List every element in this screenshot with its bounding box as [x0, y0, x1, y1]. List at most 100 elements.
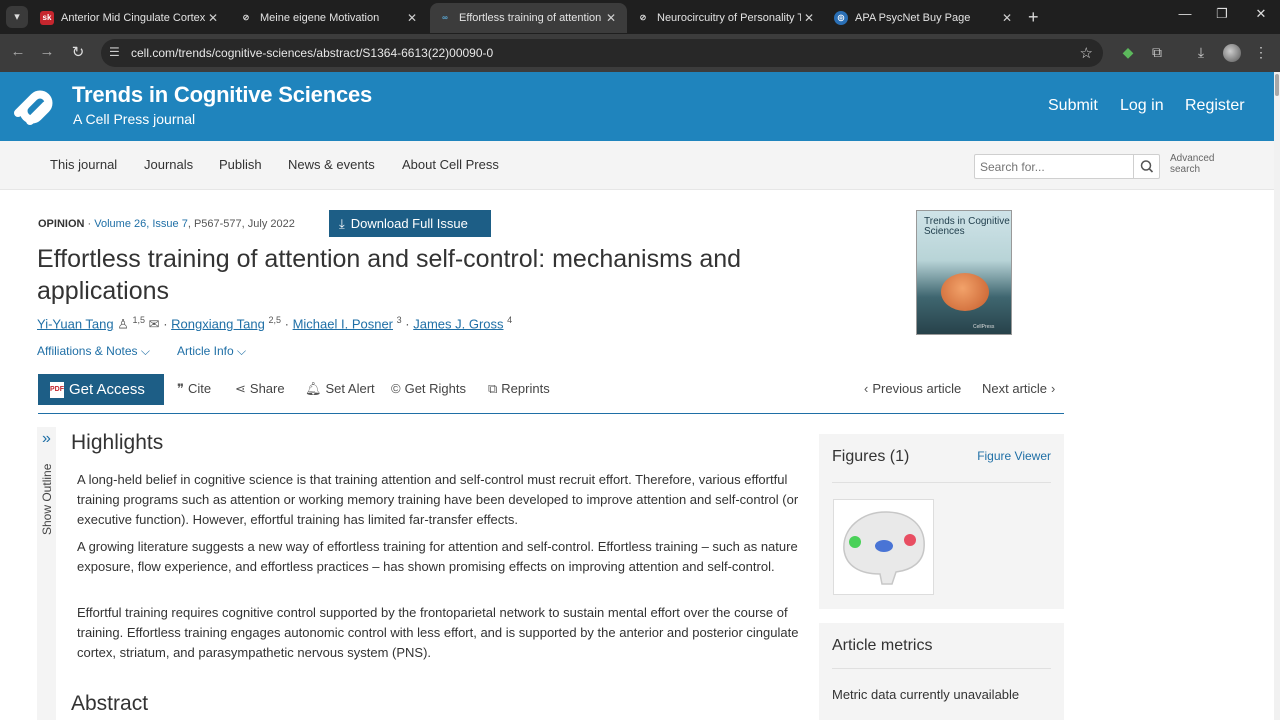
subnav-publish[interactable]: Publish	[219, 157, 262, 172]
tab-title: Anterior Mid Cingulate Cortex	[61, 12, 205, 24]
close-tab-icon[interactable]: ✕	[404, 11, 420, 25]
show-outline-label[interactable]: Show Outline	[40, 464, 54, 535]
subnav-journals[interactable]: Journals	[144, 157, 193, 172]
extension-leaf-icon[interactable]: ◆	[1119, 44, 1137, 61]
journal-title[interactable]: Trends in Cognitive Sciences	[72, 82, 372, 108]
download-full-issue-button[interactable]: ⤓ Download Full Issue	[329, 210, 491, 237]
tab-search-menu-icon[interactable]: ▾	[6, 6, 28, 28]
brain-figure-icon	[843, 511, 925, 585]
address-bar[interactable]: ☰ cell.com/trends/cognitive-sciences/abs…	[101, 39, 1103, 67]
tab-meine-eigene-motivation[interactable]: ⊘ Meine eigene Motivation ✕	[231, 3, 428, 33]
share-label: Share	[249, 381, 285, 396]
author-link[interactable]: Michael I. Posner	[293, 316, 393, 331]
chevron-down-icon: ⌵	[140, 344, 150, 358]
forward-icon[interactable]: →	[37, 43, 57, 60]
cite-button[interactable]: ❞ Cite	[177, 381, 211, 397]
search-button[interactable]	[1133, 155, 1159, 178]
new-tab-plus-icon[interactable]: +	[1028, 7, 1039, 27]
double-chevron-right-icon[interactable]: »	[37, 430, 56, 448]
search-icon	[1140, 160, 1154, 173]
article-type: OPINION	[38, 218, 85, 230]
bell-icon: 🔔︎	[305, 381, 322, 396]
get-access-button[interactable]: PDF Get Access	[38, 374, 164, 405]
tab-apa-psycnet[interactable]: ◎ APA PsycNet Buy Page ✕	[826, 3, 1023, 33]
search-field[interactable]	[974, 154, 1160, 179]
close-tab-icon[interactable]: ✕	[999, 11, 1015, 25]
sk-favicon-icon: sk	[40, 11, 54, 25]
journal-subnav: This journal Journals Publish News & eve…	[0, 141, 1274, 190]
scrollbar-track[interactable]	[1274, 72, 1280, 720]
get-rights-button[interactable]: © Get Rights	[391, 381, 466, 396]
chevron-left-icon: ‹	[864, 381, 869, 396]
journal-subtitle: A Cell Press journal	[73, 111, 196, 127]
apa-favicon-icon: ◎	[834, 11, 848, 25]
metrics-text: Metric data currently unavailable	[832, 687, 1020, 702]
action-bar-divider	[38, 413, 1064, 414]
affiliations-toggle[interactable]: Affiliations & Notes ⌵	[37, 344, 150, 359]
next-article-link[interactable]: Next article ›	[982, 381, 1059, 396]
window-close-icon[interactable]: ✕	[1251, 6, 1271, 22]
download-icon: ⤓	[339, 215, 345, 231]
next-label: Next article	[982, 381, 1048, 396]
login-link[interactable]: Log in	[1120, 97, 1164, 115]
reprints-button[interactable]: ⧉ Reprints	[488, 381, 550, 397]
panel-divider	[832, 482, 1051, 483]
subnav-about-cell-press[interactable]: About Cell Press	[402, 157, 499, 172]
close-tab-icon[interactable]: ✕	[603, 11, 619, 25]
tab-anterior-mid-cingulate[interactable]: sk Anterior Mid Cingulate Cortex ✕	[32, 3, 229, 33]
get-access-label: Get Access	[69, 381, 145, 398]
figure-thumbnail[interactable]	[833, 499, 934, 595]
search-input[interactable]	[980, 160, 1130, 174]
download-label: Download Full Issue	[350, 216, 468, 231]
url-text[interactable]: cell.com/trends/cognitive-sciences/abstr…	[131, 46, 493, 60]
set-alert-label: Set Alert	[325, 381, 375, 396]
tab-neurocircuitry[interactable]: ⊘ Neurocircuitry of Personality T ✕	[628, 3, 825, 33]
article-title: Effortless training of attention and sel…	[37, 245, 742, 305]
site-info-icon[interactable]: ☰	[109, 45, 120, 59]
back-icon[interactable]: ←	[8, 43, 28, 60]
subnav-this-journal[interactable]: This journal	[50, 157, 117, 172]
share-button[interactable]: ⋖ Share	[235, 381, 285, 397]
author-affil: 1,5	[132, 315, 146, 325]
cellpress-favicon-icon: ∞	[442, 13, 448, 22]
chevron-down-icon: ⌵	[237, 344, 247, 358]
download-icon[interactable]: ⤓	[1192, 44, 1210, 61]
article-info-toggle[interactable]: Article Info ⌵	[177, 344, 246, 359]
article-info-label: Article Info	[177, 344, 234, 358]
submit-link[interactable]: Submit	[1048, 97, 1098, 115]
menu-kebab-icon[interactable]: ⋮	[1252, 44, 1270, 61]
figure-viewer-link[interactable]: Figure Viewer	[977, 449, 1051, 463]
volume-issue-link[interactable]: Volume 26, Issue 7	[94, 218, 188, 230]
register-link[interactable]: Register	[1185, 97, 1245, 115]
advanced-search-link[interactable]: Advanced search	[1170, 153, 1230, 175]
highlight-paragraph: A growing literature suggests a new way …	[77, 539, 798, 574]
copyright-icon: ©	[391, 381, 401, 396]
scrollbar-thumb[interactable]	[1275, 74, 1279, 96]
restore-icon[interactable]: ❐	[1212, 6, 1232, 22]
cell-press-logo-icon[interactable]	[12, 83, 60, 131]
email-icon[interactable]: ✉	[149, 316, 160, 331]
link-favicon-icon: ⊘	[639, 13, 647, 22]
tab-title: APA PsycNet Buy Page	[855, 12, 971, 24]
author-link[interactable]: Yi-Yuan Tang	[37, 316, 114, 331]
previous-article-link[interactable]: ‹ Previous article	[864, 381, 961, 396]
bookmark-star-icon[interactable]: ☆	[1080, 44, 1093, 62]
browser-toolbar: ← → ↻ ☰ cell.com/trends/cognitive-scienc…	[0, 34, 1280, 72]
profile-avatar[interactable]	[1223, 44, 1241, 62]
close-tab-icon[interactable]: ✕	[801, 11, 817, 25]
journal-cover-image[interactable]: Trends in Cognitive Sciences CellPress	[916, 210, 1012, 335]
author-link[interactable]: Rongxiang Tang	[171, 316, 265, 331]
chevron-right-icon: ›	[1051, 381, 1056, 396]
extensions-puzzle-icon[interactable]: ⧉	[1148, 44, 1166, 61]
tab-effortless-training[interactable]: ∞ Effortless training of attention ✕	[430, 3, 627, 33]
reprints-label: Reprints	[501, 381, 550, 396]
panel-divider	[832, 668, 1051, 669]
reload-icon[interactable]: ↻	[68, 43, 88, 61]
author-link[interactable]: James J. Gross	[413, 316, 503, 331]
subnav-news-events[interactable]: News & events	[288, 157, 375, 172]
minimize-icon[interactable]: —	[1175, 6, 1195, 21]
set-alert-button[interactable]: 🔔︎ Set Alert	[305, 381, 375, 397]
pdf-icon: PDF	[50, 381, 64, 398]
close-tab-icon[interactable]: ✕	[205, 11, 221, 25]
pages-date: P567-577, July 2022	[193, 218, 295, 230]
